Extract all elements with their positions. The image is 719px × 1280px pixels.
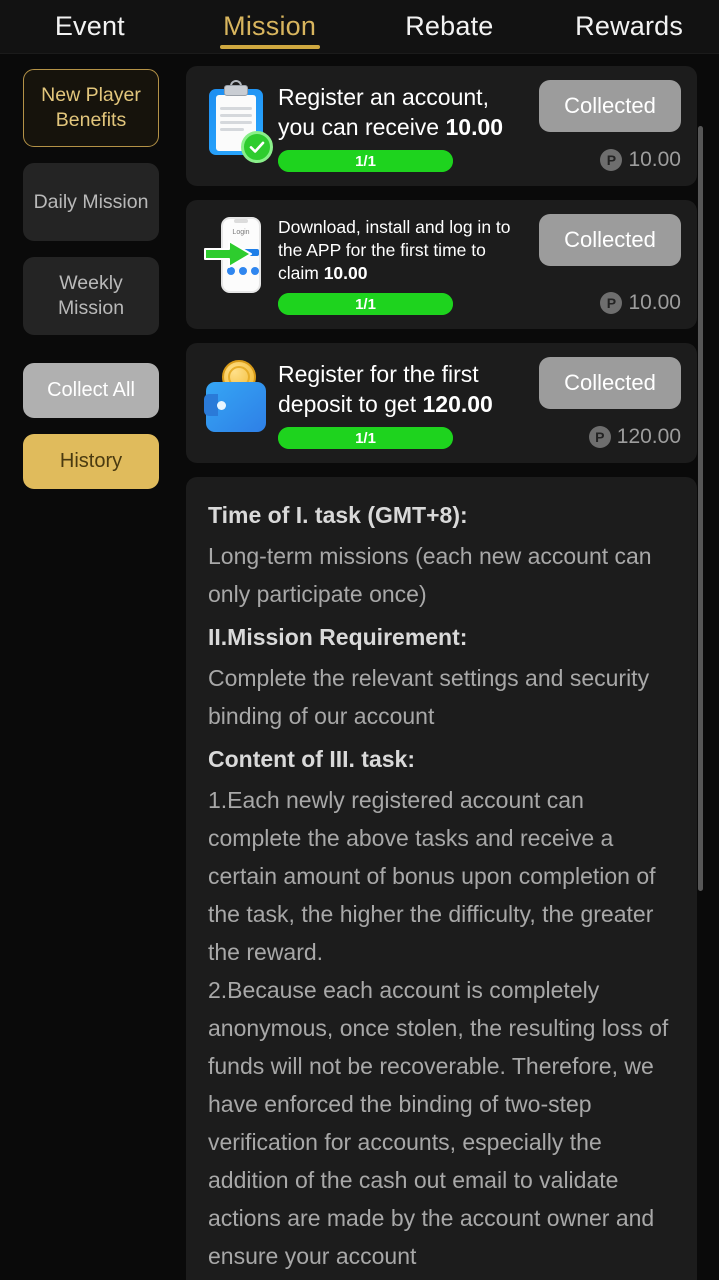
tab-rewards-label: Rewards (575, 11, 684, 41)
collect-button[interactable]: Collected (539, 357, 681, 409)
collect-button[interactable]: Collected (539, 214, 681, 266)
sidebar: New Player Benefits Daily Mission Weekly… (0, 54, 182, 1280)
mission-content: Download, install and log in to the APP … (278, 214, 533, 315)
active-tab-indicator (219, 44, 320, 49)
tab-mission[interactable]: Mission (180, 0, 360, 54)
mission-progress-label: 1/1 (355, 295, 376, 313)
info-heading-time: Time of I. task (GMT+8): (208, 502, 468, 528)
points-coin-icon: P (600, 149, 623, 171)
tab-event[interactable]: Event (0, 0, 180, 54)
mission-content: Register an account, you can receive 10.… (278, 80, 533, 172)
mission-title: Download, install and log in to the APP … (278, 216, 533, 285)
collect-button[interactable]: Collected (539, 80, 681, 132)
mission-title: Register an account, you can receive 10.… (278, 82, 533, 142)
info-paragraph-rule-2: 2.Because each account is completely ano… (208, 977, 669, 1269)
mission-progress-bar: 1/1 (278, 293, 453, 315)
collect-button-label: Collected (564, 370, 656, 395)
mission-progress-label: 1/1 (355, 429, 376, 447)
mission-page: Event Mission Rebate Rewards New Player … (0, 0, 719, 1280)
tab-rebate[interactable]: Rebate (360, 0, 540, 54)
mission-actions: Collected P 10.00 (533, 80, 681, 172)
mission-info-panel: Time of I. task (GMT+8): Long-term missi… (186, 477, 697, 1280)
sidebar-item-label: Daily Mission (33, 190, 149, 213)
sidebar-item-label: Weekly Mission (57, 272, 125, 319)
mission-title-amount: 120.00 (422, 391, 493, 417)
page-body: New Player Benefits Daily Mission Weekly… (0, 54, 719, 1280)
mission-actions: Collected P 120.00 (533, 357, 681, 449)
mission-content: Register for the first deposit to get 12… (278, 357, 533, 449)
info-heading-content: Content of III. task: (208, 746, 415, 772)
mission-progress-label: 1/1 (355, 152, 376, 170)
mission-actions: Collected P 10.00 (533, 214, 681, 315)
collect-all-label: Collect All (47, 379, 135, 401)
sidebar-item-label: New Player Benefits (41, 84, 141, 131)
tab-mission-label: Mission (223, 11, 317, 41)
mission-reward: P 10.00 (600, 291, 681, 315)
history-label: History (59, 450, 123, 472)
collect-button-label: Collected (564, 93, 656, 118)
info-paragraph-rule-1: 1.Each newly registered account can comp… (208, 787, 656, 965)
mission-card[interactable]: Register an account, you can receive 10.… (186, 66, 697, 186)
mission-reward: P 120.00 (588, 425, 681, 449)
sidebar-item-new-player-benefits[interactable]: New Player Benefits (23, 69, 159, 147)
top-tab-bar: Event Mission Rebate Rewards (0, 0, 719, 54)
tab-event-label: Event (54, 11, 125, 41)
mission-reward: P 10.00 (600, 148, 681, 172)
sidebar-item-weekly-mission[interactable]: Weekly Mission (23, 257, 159, 335)
mission-progress-bar: 1/1 (278, 150, 453, 172)
mission-title-amount: 10.00 (445, 114, 504, 140)
tab-rebate-label: Rebate (405, 11, 494, 41)
mission-reward-amount: 120.00 (616, 425, 681, 448)
mission-reward-amount: 10.00 (628, 148, 681, 171)
clipboard-check-icon (200, 80, 273, 163)
collect-all-button[interactable]: Collect All (23, 363, 159, 418)
sidebar-item-daily-mission[interactable]: Daily Mission (23, 163, 159, 241)
scrollbar-thumb[interactable] (698, 126, 703, 891)
mission-title: Register for the first deposit to get 12… (278, 359, 533, 419)
mission-progress-bar: 1/1 (278, 427, 453, 449)
wallet-coin-icon (200, 357, 272, 439)
scrollbar-track[interactable] (698, 66, 703, 1280)
phone-download-icon: Login (200, 214, 272, 296)
mission-card[interactable]: Login Download, install and log in to th… (186, 200, 697, 329)
mission-title-text: Download, install and log in to the APP … (278, 217, 511, 283)
mission-reward-amount: 10.00 (628, 291, 681, 314)
mission-title-amount: 10.00 (323, 263, 368, 283)
points-coin-icon: P (588, 426, 611, 448)
collect-button-label: Collected (564, 227, 656, 252)
tab-rewards[interactable]: Rewards (539, 0, 719, 54)
green-arrow-icon (204, 240, 252, 268)
info-paragraph-time: Long-term missions (each new account can… (208, 543, 652, 607)
history-button[interactable]: History (23, 434, 159, 489)
mission-card[interactable]: Register for the first deposit to get 12… (186, 343, 697, 463)
points-coin-icon: P (600, 292, 623, 314)
info-paragraph-requirement: Complete the relevant settings and secur… (208, 665, 650, 729)
mission-scroll-area[interactable]: Register an account, you can receive 10.… (182, 54, 719, 1280)
info-heading-requirement: II.Mission Requirement: (208, 624, 468, 650)
